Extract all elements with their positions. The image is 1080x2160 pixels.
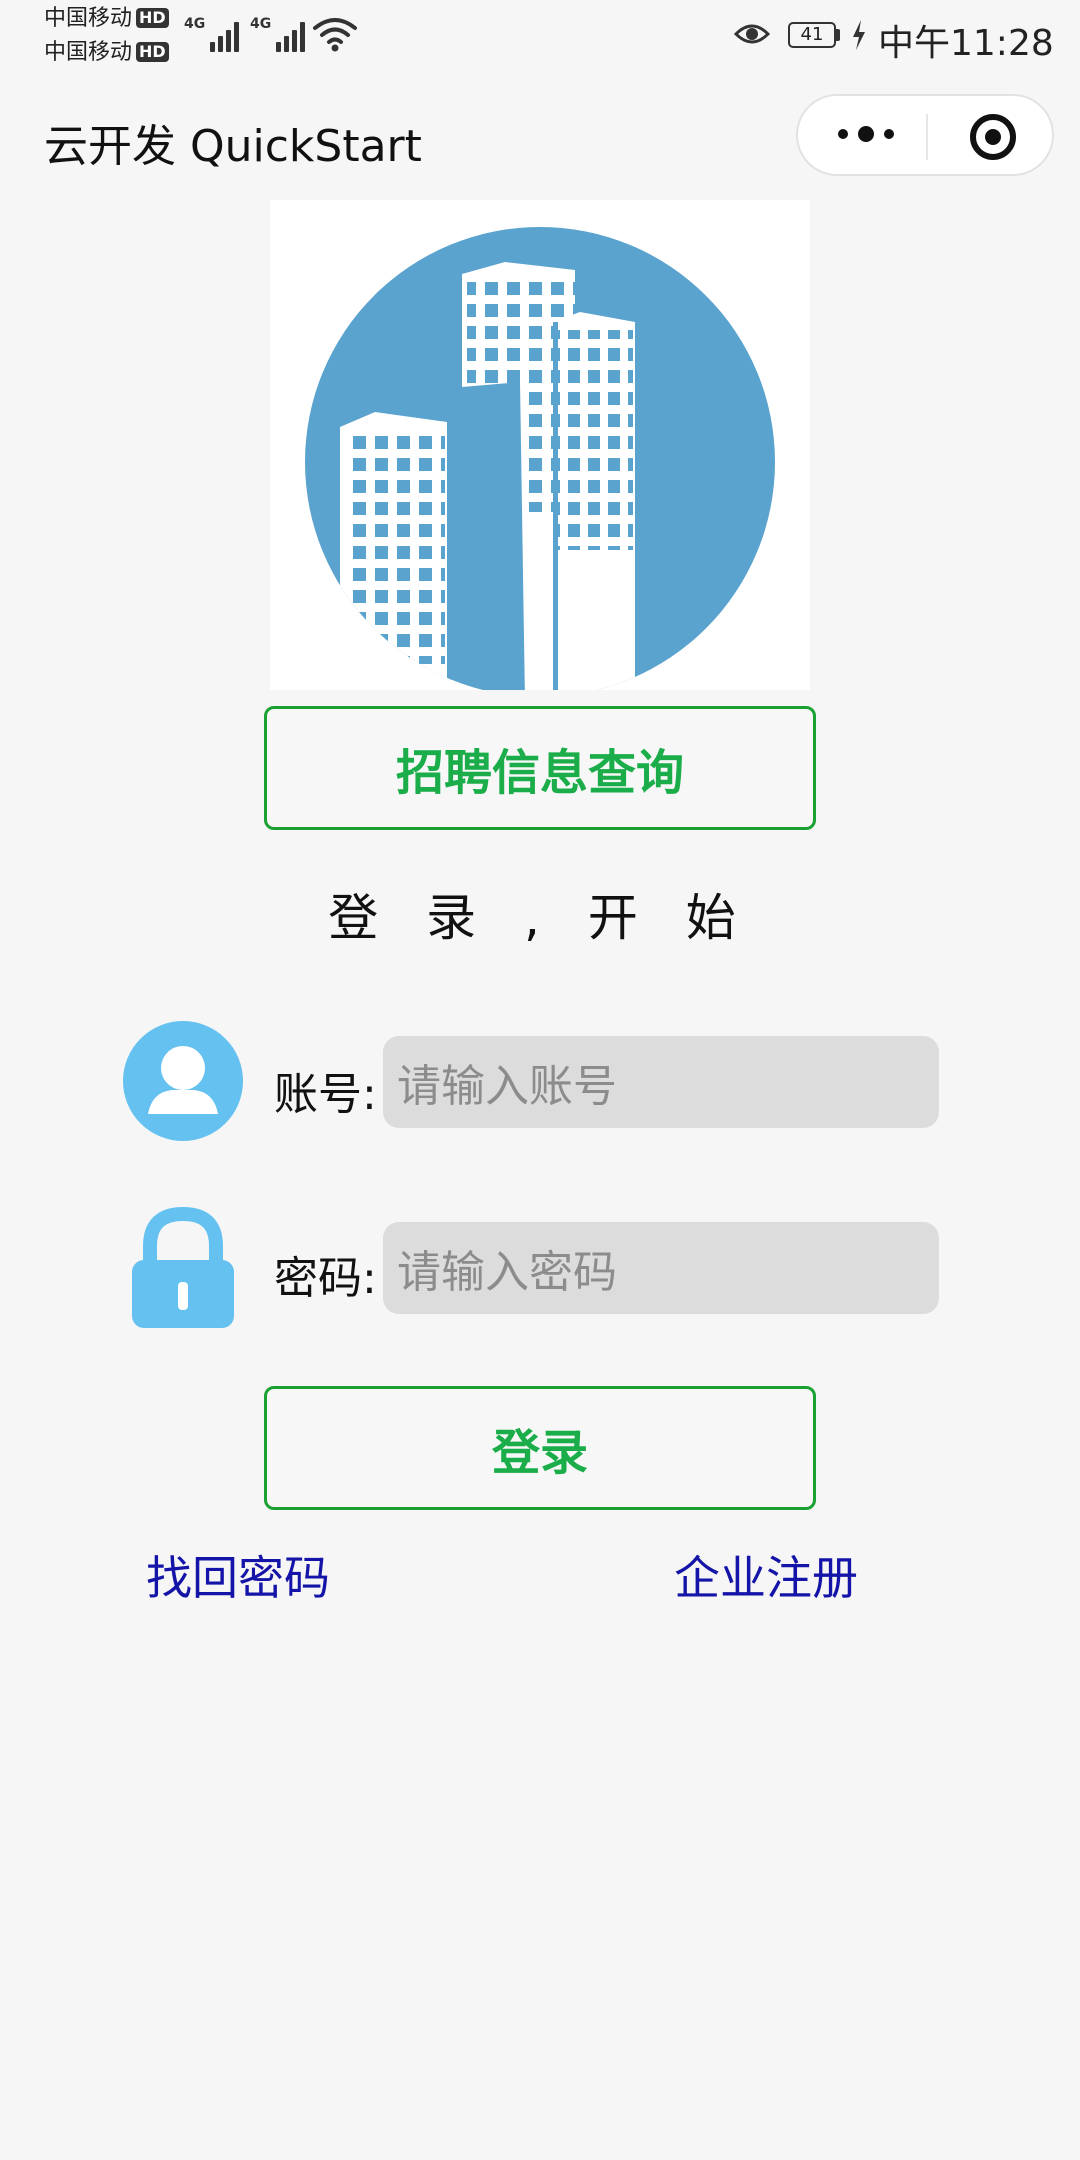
password-input[interactable]: 请输入密码 (383, 1222, 939, 1314)
network-type-1: 4G (184, 16, 206, 32)
clock: 中午11:28 (878, 23, 1054, 64)
job-search-button[interactable]: 招聘信息查询 (264, 706, 816, 830)
status-bar: 中国移动 HD 中国移动 HD 4G 4G 41 中午11:28 (0, 0, 1080, 70)
carrier-1: 中国移动 HD (44, 6, 169, 32)
login-button[interactable]: 登录 (264, 1386, 816, 1510)
account-label: 账号: (274, 1069, 377, 1120)
page-title: 云开发 QuickStart (44, 121, 422, 172)
account-placeholder: 请输入账号 (397, 1061, 617, 1112)
battery-icon: 41 (788, 22, 836, 48)
account-input[interactable]: 请输入账号 (383, 1036, 939, 1128)
battery-cap (836, 29, 840, 41)
lock-icon (132, 1206, 234, 1328)
eye-icon (734, 24, 770, 44)
network-type-2: 4G (250, 16, 272, 32)
password-placeholder: 请输入密码 (397, 1247, 617, 1298)
close-miniprogram-icon[interactable] (970, 114, 1016, 160)
signal-icon-2: 4G (250, 16, 306, 52)
hd-badge-2: HD (136, 42, 169, 62)
carrier-2: 中国移动 HD (44, 40, 169, 66)
carrier-1-name: 中国移动 (44, 6, 133, 31)
user-avatar-icon (123, 1021, 243, 1141)
city-buildings-icon (305, 227, 775, 697)
login-subtitle: 登 录 , 开 始 (328, 889, 752, 947)
wifi-icon (313, 18, 357, 52)
logo (270, 200, 810, 697)
hd-badge-1: HD (136, 8, 169, 28)
signal-icon-1: 4G (184, 16, 240, 52)
company-register-link[interactable]: 企业注册 (674, 1542, 858, 1608)
mini-program-capsule (796, 94, 1054, 176)
forgot-password-link[interactable]: 找回密码 (146, 1542, 330, 1608)
password-label: 密码: (274, 1253, 377, 1304)
more-icon[interactable] (838, 126, 894, 142)
battery-level: 41 (800, 24, 824, 45)
charging-icon (853, 20, 865, 50)
capsule-divider (926, 114, 928, 160)
carrier-2-name: 中国移动 (44, 40, 133, 65)
